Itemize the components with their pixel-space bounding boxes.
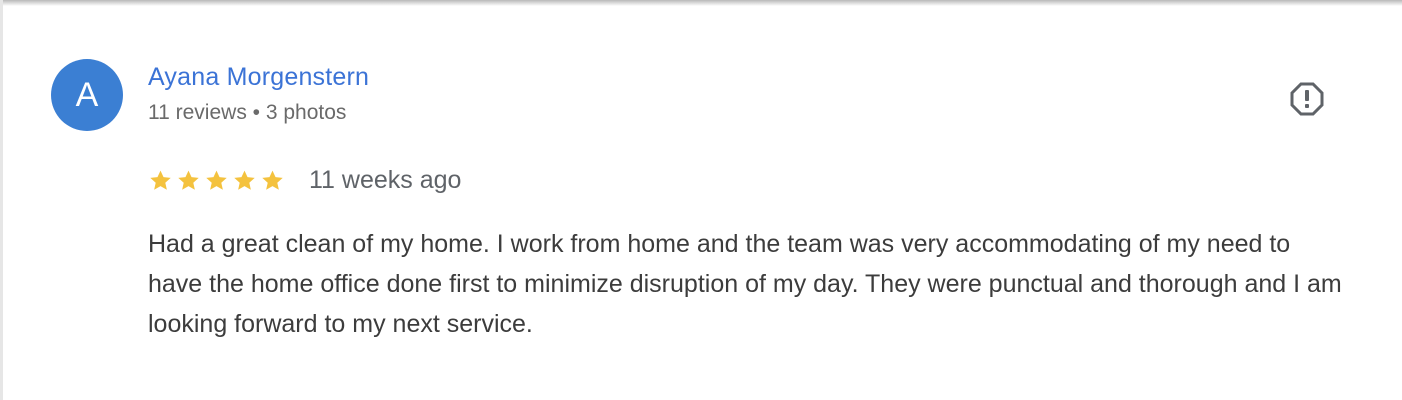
star-icon — [150, 170, 171, 190]
star-icon — [178, 170, 199, 190]
review-text: Had a great clean of my home. I work fro… — [148, 230, 1342, 338]
review-card: A Ayana Morgenstern 11 reviews • 3 photo… — [0, 0, 1402, 400]
star-rating — [148, 168, 285, 193]
avatar-letter: A — [75, 75, 99, 114]
avatar[interactable]: A — [51, 59, 123, 131]
reviewer-meta: 11 reviews • 3 photos — [148, 101, 347, 124]
left-edge-divider — [0, 0, 3, 400]
report-flag-icon — [1290, 82, 1324, 116]
report-review-button[interactable] — [1287, 79, 1327, 119]
reviewer-name-link[interactable]: Ayana Morgenstern — [148, 63, 369, 92]
top-shadow — [0, 0, 1402, 6]
star-icon — [206, 170, 227, 190]
rating-row: 11 weeks ago — [148, 162, 461, 198]
review-date: 11 weeks ago — [309, 165, 462, 194]
star-icon — [234, 170, 255, 190]
star-icon — [262, 170, 283, 190]
